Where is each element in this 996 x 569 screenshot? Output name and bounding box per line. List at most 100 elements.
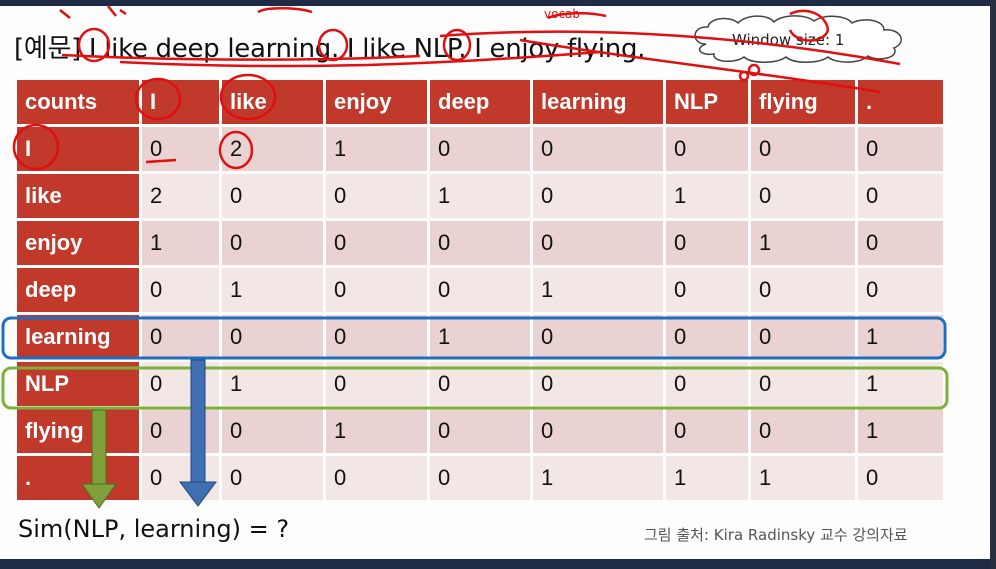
matrix-cell: 1	[858, 409, 943, 453]
vocab-note: vocab	[544, 7, 580, 21]
matrix-row: . 0 0 0 0 1 1 1 0	[17, 456, 943, 500]
matrix-cell: 0	[751, 409, 855, 453]
matrix-cell: 0	[142, 456, 219, 500]
row-header: enjoy	[17, 221, 139, 265]
row-header: I	[17, 127, 139, 171]
column-header: learning	[533, 80, 663, 124]
matrix-cell: 0	[751, 127, 855, 171]
matrix-cell: 0	[430, 362, 530, 406]
matrix-cell: 0	[430, 221, 530, 265]
matrix-cell: 0	[222, 315, 323, 359]
row-header: deep	[17, 268, 139, 312]
matrix-cell: 0	[142, 362, 219, 406]
matrix-cell: 1	[858, 315, 943, 359]
matrix-cell: 1	[430, 315, 530, 359]
column-header: NLP	[666, 80, 748, 124]
matrix-row: I 0 2 1 0 0 0 0 0	[17, 127, 943, 171]
matrix-cell: 1	[666, 456, 748, 500]
column-header: I	[142, 80, 219, 124]
video-side-edge	[990, 0, 996, 569]
matrix-cell: 1	[751, 456, 855, 500]
matrix-cell: 1	[222, 362, 323, 406]
source-credit: 그림 출처: Kira Radinsky 교수 강의자료	[644, 526, 908, 544]
matrix-cell: 1	[533, 268, 663, 312]
matrix-row: flying 0 0 1 0 0 0 0 1	[17, 409, 943, 453]
matrix-cell: 0	[533, 409, 663, 453]
matrix-cell: 0	[142, 315, 219, 359]
matrix-cell: 0	[751, 268, 855, 312]
matrix-cell: 0	[222, 221, 323, 265]
matrix-cell: 0	[326, 362, 427, 406]
matrix-cell: 1	[751, 221, 855, 265]
video-progress-bar[interactable]	[0, 559, 996, 569]
matrix-cell: 0	[858, 127, 943, 171]
matrix-cell: 2	[222, 127, 323, 171]
row-header: learning	[17, 315, 139, 359]
matrix-row: learning 0 0 0 1 0 0 0 1	[17, 315, 943, 359]
row-header: NLP	[17, 362, 139, 406]
matrix-cell: 1	[222, 268, 323, 312]
column-header: like	[222, 80, 323, 124]
matrix-cell: 0	[666, 221, 748, 265]
row-header: like	[17, 174, 139, 218]
slide: [예문] I like deep learning. I like NLP. I…	[0, 0, 996, 569]
video-top-bar	[0, 0, 996, 6]
matrix-row: like 2 0 0 1 0 1 0 0	[17, 174, 943, 218]
matrix-cell: 1	[326, 409, 427, 453]
matrix-cell: 2	[142, 174, 219, 218]
matrix-cell: 0	[533, 315, 663, 359]
row-header: .	[17, 456, 139, 500]
matrix-corner-label: counts	[17, 80, 139, 124]
window-size-label: Window size: 1	[732, 31, 845, 49]
matrix-cell: 0	[858, 221, 943, 265]
matrix-cell: 0	[858, 456, 943, 500]
co-occurrence-matrix: counts I like enjoy deep learning NLP fl…	[14, 77, 946, 503]
matrix-cell: 1	[666, 174, 748, 218]
matrix-cell: 0	[430, 456, 530, 500]
matrix-cell: 0	[533, 362, 663, 406]
column-header: enjoy	[326, 80, 427, 124]
matrix-cell: 0	[533, 221, 663, 265]
matrix-row: enjoy 1 0 0 0 0 0 1 0	[17, 221, 943, 265]
matrix-cell: 0	[751, 174, 855, 218]
matrix-cell: 0	[142, 268, 219, 312]
matrix-cell: 0	[142, 127, 219, 171]
column-header: .	[858, 80, 943, 124]
matrix-cell: 0	[858, 268, 943, 312]
matrix-cell: 0	[533, 174, 663, 218]
matrix-cell: 1	[430, 174, 530, 218]
matrix-cell: 0	[666, 409, 748, 453]
matrix-row: deep 0 1 0 0 1 0 0 0	[17, 268, 943, 312]
matrix-cell: 0	[430, 127, 530, 171]
matrix-cell: 0	[533, 127, 663, 171]
row-header: flying	[17, 409, 139, 453]
matrix-cell: 1	[858, 362, 943, 406]
matrix-cell: 0	[222, 174, 323, 218]
matrix-cell: 0	[858, 174, 943, 218]
matrix-cell: 1	[142, 221, 219, 265]
matrix-cell: 0	[326, 174, 427, 218]
column-header: flying	[751, 80, 855, 124]
matrix-cell: 0	[666, 268, 748, 312]
matrix-cell: 0	[326, 268, 427, 312]
matrix-cell: 0	[666, 362, 748, 406]
matrix-cell: 1	[326, 127, 427, 171]
matrix-cell: 0	[430, 409, 530, 453]
matrix-cell: 1	[533, 456, 663, 500]
matrix-cell: 0	[222, 409, 323, 453]
matrix-cell: 0	[326, 221, 427, 265]
matrix-cell: 0	[666, 315, 748, 359]
column-header: deep	[430, 80, 530, 124]
matrix-header-row: counts I like enjoy deep learning NLP fl…	[17, 80, 943, 124]
matrix-cell: 0	[751, 362, 855, 406]
matrix-cell: 0	[326, 456, 427, 500]
matrix-cell: 0	[751, 315, 855, 359]
similarity-question: Sim(NLP, learning) = ?	[18, 515, 290, 543]
matrix-cell: 0	[666, 127, 748, 171]
matrix-cell: 0	[430, 268, 530, 312]
matrix-cell: 0	[142, 409, 219, 453]
matrix-cell: 0	[222, 456, 323, 500]
example-sentence: [예문] I like deep learning. I like NLP. I…	[14, 34, 646, 64]
matrix-cell: 0	[326, 315, 427, 359]
matrix-row: NLP 0 1 0 0 0 0 0 1	[17, 362, 943, 406]
